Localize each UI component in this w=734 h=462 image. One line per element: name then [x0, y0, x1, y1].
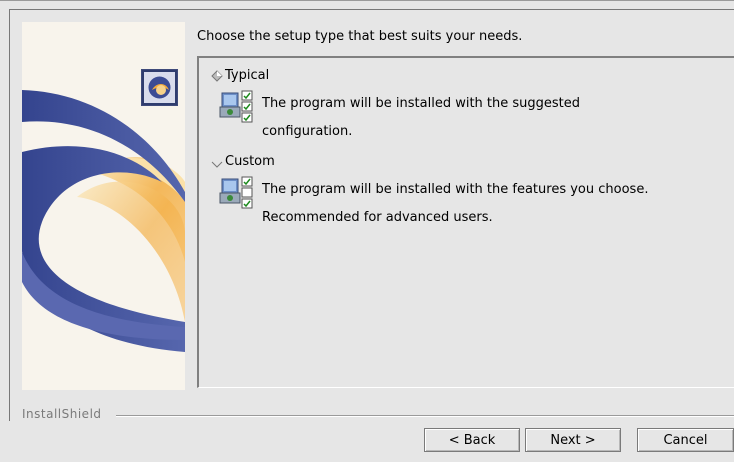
typical-description-line-1: The program will be installed with the s… — [262, 96, 581, 111]
brand-divider — [116, 415, 734, 417]
installshield-brand: InstallShield — [22, 407, 102, 421]
radio-unselected-icon — [211, 156, 223, 168]
installer-logo-icon — [141, 69, 178, 106]
typical-radio[interactable]: Typical — [211, 68, 269, 83]
typical-description-line-2: configuration. — [262, 124, 353, 139]
typical-label: Typical — [225, 68, 270, 83]
custom-description-line-2: Recommended for advanced users. — [262, 210, 493, 225]
setup-type-panel: Typical The program will be installed wi… — [197, 56, 734, 388]
radio-selected-icon — [211, 69, 223, 82]
custom-label: Custom — [225, 154, 275, 169]
custom-description-line-1: The program will be installed with the f… — [262, 182, 649, 197]
custom-radio[interactable]: Custom — [211, 154, 275, 169]
setup-computer-icon — [218, 89, 254, 123]
next-button[interactable]: Next > — [525, 428, 621, 452]
cancel-button[interactable]: Cancel — [637, 428, 734, 452]
setup-computer-icon — [218, 175, 254, 209]
side-banner — [22, 22, 185, 390]
panel-left-edge — [9, 9, 10, 421]
back-button[interactable]: < Back — [424, 428, 520, 452]
panel-top-edge — [9, 9, 734, 10]
window-top-edge — [0, 0, 734, 1]
brand-row: InstallShield — [22, 407, 102, 421]
instruction-text: Choose the setup type that best suits yo… — [197, 29, 523, 44]
